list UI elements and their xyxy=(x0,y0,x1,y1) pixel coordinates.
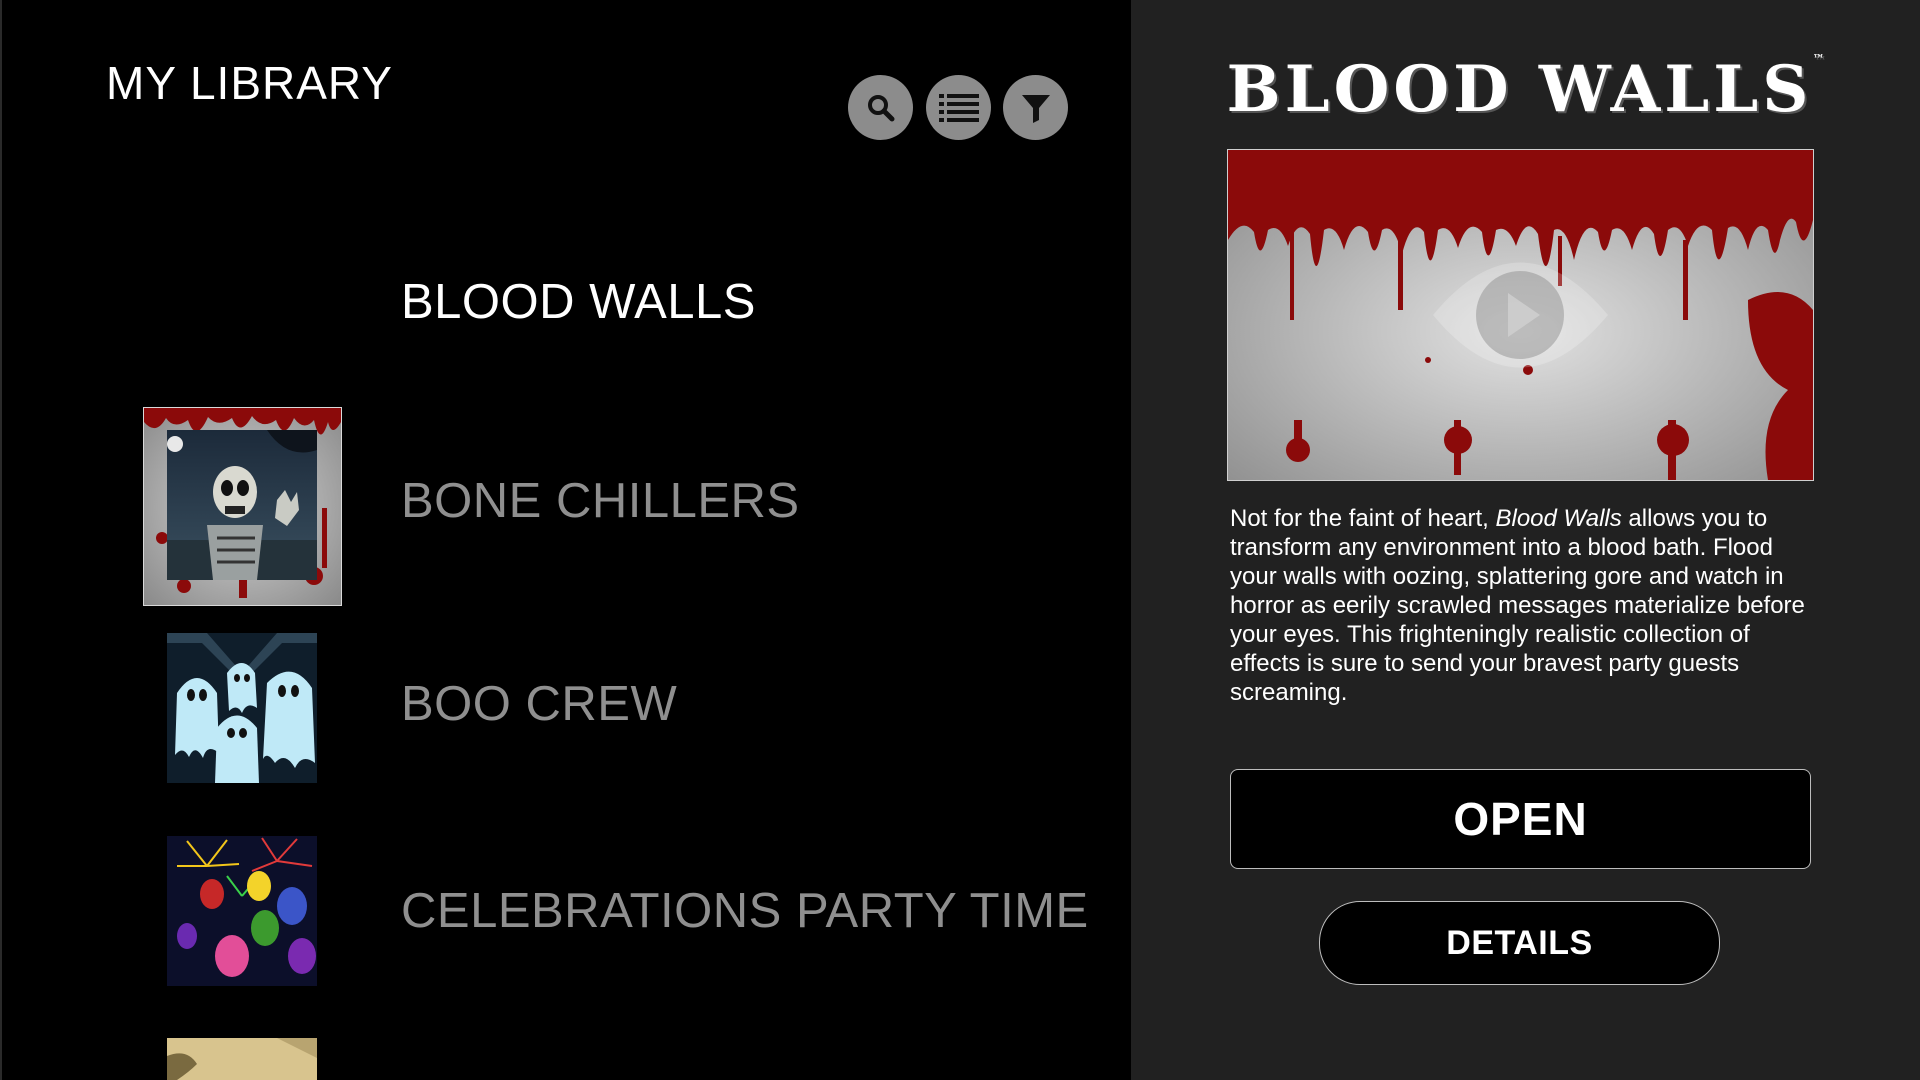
filter-button[interactable] xyxy=(1003,75,1068,140)
detail-panel: BLOOD WALLS™ Not for the faint of heart,… xyxy=(1131,0,1920,1080)
list-view-button[interactable] xyxy=(926,75,991,140)
thumbnail-bone-chillers xyxy=(167,430,317,580)
thumbnail-boo-crew xyxy=(167,633,317,783)
search-button[interactable] xyxy=(848,75,913,140)
detail-description: Not for the faint of heart, Blood Walls … xyxy=(1230,504,1820,707)
trademark-mark: ™ xyxy=(1812,52,1825,66)
library-item-boo-crew[interactable]: BOO CREW xyxy=(0,608,1131,783)
video-preview[interactable] xyxy=(1227,149,1814,481)
app-root: MY LIBRARY BLOOD WALLS BONE CHILLERS BOO… xyxy=(0,0,1920,1080)
search-icon xyxy=(867,94,894,121)
logo-title-text: BLOOD WALLS xyxy=(1226,52,1813,127)
description-title-emphasis: Blood Walls xyxy=(1495,505,1622,532)
thumbnail-celebrations-party-time xyxy=(167,836,317,986)
description-text: Not for the faint of heart, xyxy=(1230,505,1496,532)
description-text-rest: allows you to transform any environment … xyxy=(1230,505,1805,706)
library-item-bone-chillers[interactable]: BONE CHILLERS xyxy=(0,405,1131,580)
item-title: BONE CHILLERS xyxy=(401,474,800,528)
library-panel: MY LIBRARY BLOOD WALLS BONE CHILLERS BOO… xyxy=(0,0,1131,1080)
detail-logo-title: BLOOD WALLS™ xyxy=(1131,52,1920,127)
item-title: CELEBRATIONS PARTY TIME xyxy=(401,884,1089,938)
open-button[interactable]: OPEN xyxy=(1230,769,1811,869)
library-title: MY LIBRARY xyxy=(106,57,393,109)
library-item-celebrations-party-time[interactable]: CELEBRATIONS PARTY TIME xyxy=(0,811,1131,986)
preview-image xyxy=(1228,150,1813,480)
item-title: BOO CREW xyxy=(401,677,678,731)
thumbnail-partial[interactable] xyxy=(167,1038,317,1080)
details-button[interactable]: DETAILS xyxy=(1319,901,1720,985)
filter-icon xyxy=(1021,94,1050,123)
list-icon xyxy=(938,93,979,122)
item-title: BLOOD WALLS xyxy=(401,275,756,329)
library-item-blood-walls[interactable]: BLOOD WALLS xyxy=(0,203,1131,606)
